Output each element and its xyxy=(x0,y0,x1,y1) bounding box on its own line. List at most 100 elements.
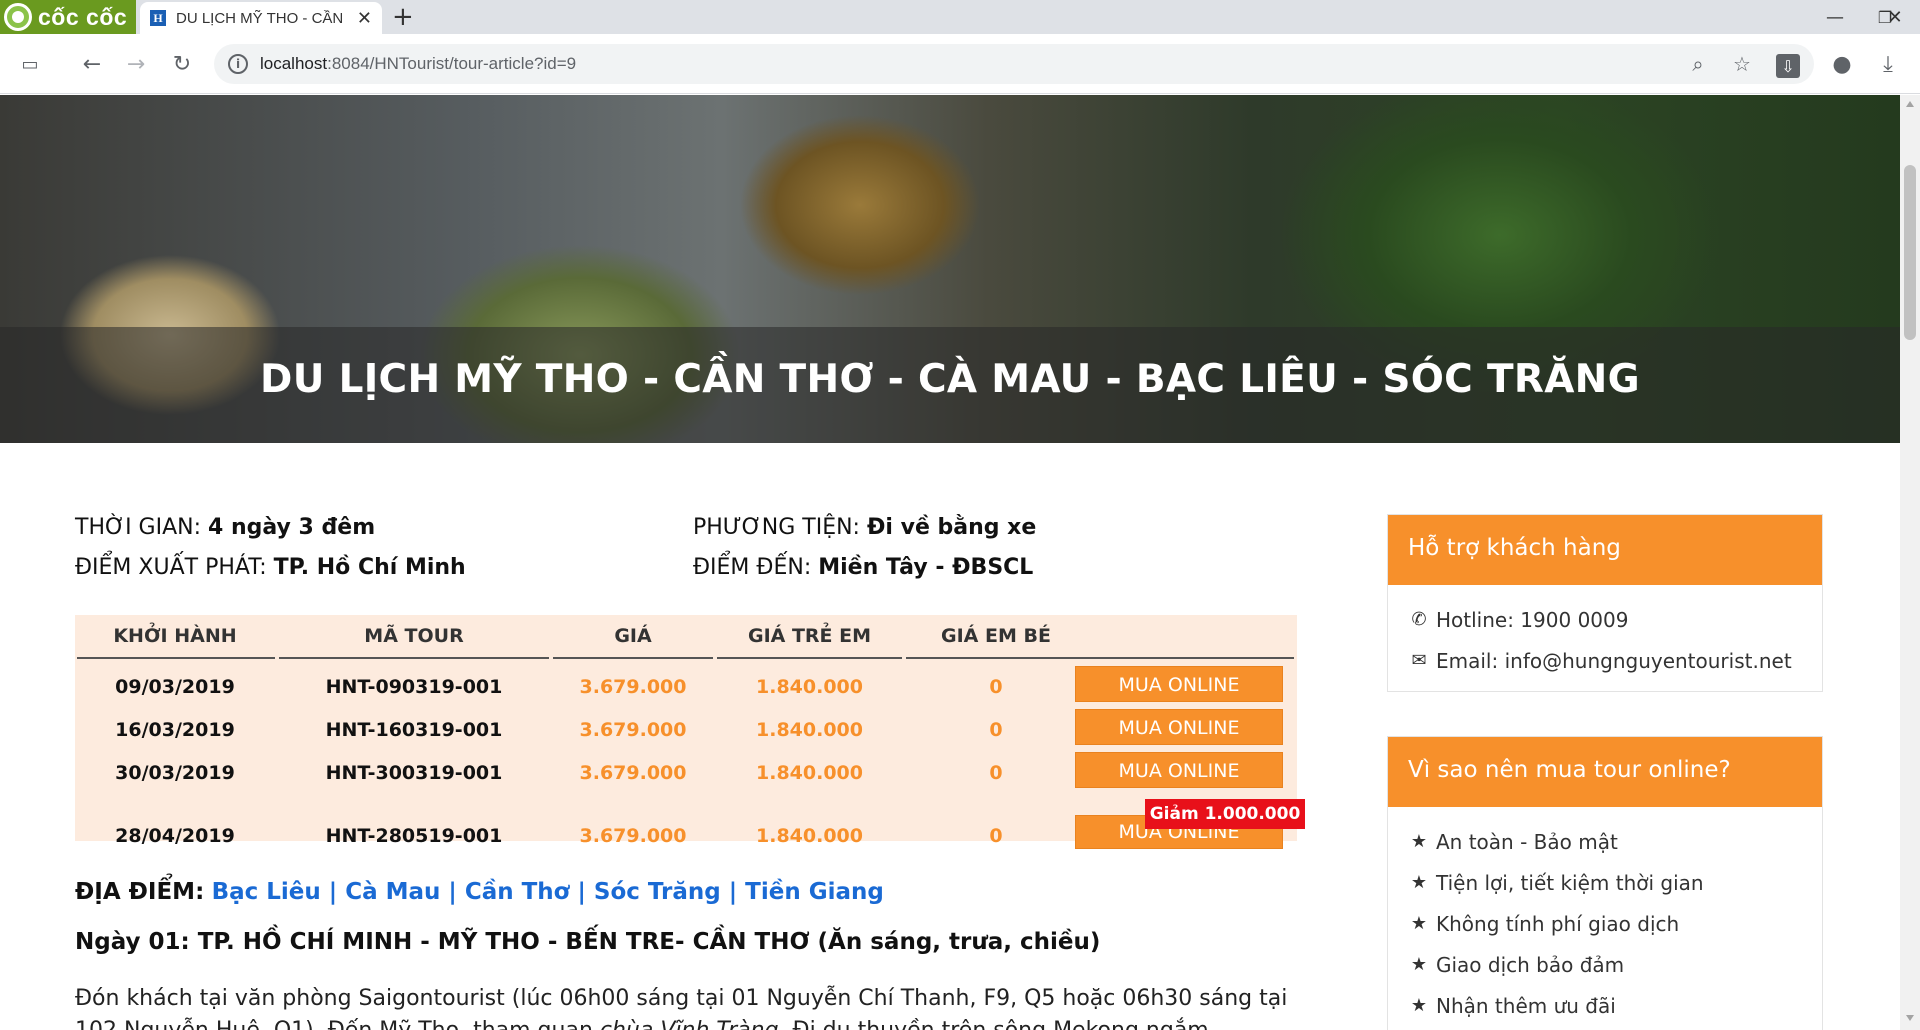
back-icon[interactable]: ← xyxy=(76,48,108,80)
address-bar[interactable]: i localhost:8084/HNTourist/tour-article?… xyxy=(214,44,1814,84)
place-link[interactable]: Tiền Giang xyxy=(745,879,884,905)
row-tour-code: HNT-280519-001 xyxy=(325,825,503,847)
places-line: ĐỊA ĐIỂM: Bạc Liêu | Cà Mau | Cần Thơ | Sóc Tr… xyxy=(75,879,884,905)
why-item-text: Nhận thêm ưu đãi xyxy=(1436,993,1616,1018)
header-divider xyxy=(553,657,713,659)
info-dest-label: ĐIỂM ĐẾN: xyxy=(693,555,812,580)
info-icon[interactable]: i xyxy=(228,54,248,74)
row-child-price: 1.840.000 xyxy=(756,762,863,784)
header-departure: KHỞI HÀNH xyxy=(113,625,237,647)
place-link[interactable]: Cà Mau xyxy=(345,879,440,905)
url-host: localhost xyxy=(260,54,328,73)
scroll-down-icon[interactable] xyxy=(1906,1015,1914,1021)
header-tour-code: MÃ TOUR xyxy=(364,625,464,647)
row-baby-price: 0 xyxy=(989,825,1003,847)
row-tour-code: HNT-300319-001 xyxy=(325,762,503,784)
info-dest-value: Miền Tây - ĐBSCL xyxy=(818,555,1034,580)
download-box-icon[interactable]: ⇩ xyxy=(1772,50,1804,82)
support-box-title: Hỗ trợ khách hàng xyxy=(1388,515,1822,585)
new-tab-button[interactable]: + xyxy=(392,2,414,32)
header-child-price: GIÁ TRẺ EM xyxy=(747,625,872,647)
why-item-text: Giao dịch bảo đảm xyxy=(1436,952,1625,977)
row-date: 09/03/2019 xyxy=(115,676,235,698)
envelope-icon: ✉ xyxy=(1411,650,1427,671)
day1-title: Ngày 01: TP. HỒ CHÍ MINH - MỸ THO - BẾN … xyxy=(75,929,1101,955)
header-price: GIÁ xyxy=(614,625,652,647)
tab-close-icon[interactable]: ✕ xyxy=(357,8,372,29)
buy-online-button[interactable]: MUA ONLINE xyxy=(1075,709,1283,745)
row-price: 3.679.000 xyxy=(579,825,687,847)
address-url[interactable]: localhost:8084/HNTourist/tour-article?id… xyxy=(260,54,576,74)
info-time-label: THỜI GIAN: xyxy=(75,515,202,540)
row-date: 30/03/2019 xyxy=(115,762,235,784)
header-divider xyxy=(717,657,902,659)
discount-badge: Giảm 1.000.000 xyxy=(1145,799,1305,829)
phone-icon: ✆ xyxy=(1411,609,1427,630)
star-icon: ★ xyxy=(1410,872,1428,893)
place-link[interactable]: Bạc Liêu xyxy=(212,879,321,905)
hero-banner: DU LỊCH MỸ THO - CẦN THƠ - CÀ MAU - BẠC … xyxy=(0,95,1900,443)
row-baby-price: 0 xyxy=(989,676,1003,698)
place-separator: | xyxy=(728,879,738,905)
star-icon: ★ xyxy=(1410,913,1428,934)
day1-text-b: . Đi du thuyền trên sông Mekong ngắm xyxy=(779,1018,1209,1030)
row-baby-price: 0 xyxy=(989,762,1003,784)
places-label: ĐỊA ĐIỂM: xyxy=(75,879,205,905)
row-tour-code: HNT-160319-001 xyxy=(325,719,503,741)
info-time: THỜI GIAN: 4 ngày 3 đêm xyxy=(75,515,375,540)
sidebar-toggle-icon[interactable]: ▭ xyxy=(14,48,46,80)
browser-logo[interactable]: cốc cốc xyxy=(0,0,136,34)
scrollbar-thumb[interactable] xyxy=(1904,165,1916,340)
tour-title: DU LỊCH MỸ THO - CẦN THƠ - CÀ MAU - BẠC … xyxy=(260,357,1640,402)
place-separator: | xyxy=(577,879,586,905)
forward-icon[interactable]: → xyxy=(120,48,152,80)
why-online-box: Vì sao nên mua tour online? ★ An toàn - B… xyxy=(1387,736,1823,1030)
why-item-text: An toàn - Bảo mật xyxy=(1436,829,1618,854)
download-icon[interactable]: ⤓ xyxy=(1872,48,1904,80)
hotline-text: Hotline: 1900 0009 xyxy=(1436,607,1629,632)
why-online-title: Vì sao nên mua tour online? xyxy=(1388,737,1822,807)
info-time-value: 4 ngày 3 đêm xyxy=(208,515,376,540)
info-depart-label: ĐIỂM XUẤT PHÁT: xyxy=(75,555,267,580)
row-date: 16/03/2019 xyxy=(115,719,235,741)
row-price: 3.679.000 xyxy=(579,719,687,741)
browser-tabbar: cốc cốc H DU LỊCH MỸ THO - CẦN T ✕ + — ❐ xyxy=(0,0,1920,34)
page-scrollbar[interactable] xyxy=(1900,95,1920,1030)
close-icon[interactable]: ✕ xyxy=(1870,0,1920,34)
browser-toolbar: ▭ ← → ↻ i localhost:8084/HNTourist/tour-… xyxy=(0,34,1920,94)
place-link[interactable]: Sóc Trăng xyxy=(594,879,721,905)
row-date: 28/04/2019 xyxy=(115,825,235,847)
header-baby-price: GIÁ EM BÉ xyxy=(941,625,1051,647)
day1-description: Đón khách tại văn phòng Saigontourist (l… xyxy=(75,983,1305,1030)
place-link[interactable]: Cần Thơ xyxy=(465,879,570,905)
minimize-icon[interactable]: — xyxy=(1810,0,1860,34)
zoom-icon[interactable]: ⌕ xyxy=(1684,50,1712,78)
header-divider xyxy=(906,657,1294,659)
reload-icon[interactable]: ↻ xyxy=(166,48,198,80)
hotline-row[interactable]: ✆ Hotline: 1900 0009 xyxy=(1388,599,1822,640)
why-item: ★ Nhận thêm ưu đãi xyxy=(1388,985,1822,1026)
url-path: :8084/HNTourist/tour-article?id=9 xyxy=(327,54,577,73)
profile-icon[interactable]: ● xyxy=(1826,48,1858,80)
why-item-text: Không tính phí giao dịch xyxy=(1436,911,1680,936)
buy-online-button[interactable]: MUA ONLINE xyxy=(1075,666,1283,702)
coccoc-logo-icon xyxy=(4,3,32,31)
buy-online-button[interactable]: MUA ONLINE xyxy=(1075,752,1283,788)
place-separator: | xyxy=(328,879,338,905)
info-transport-label: PHƯƠNG TIỆN: xyxy=(693,515,860,540)
row-price: 3.679.000 xyxy=(579,762,687,784)
row-tour-code: HNT-090319-001 xyxy=(325,676,503,698)
place-separator: | xyxy=(448,879,457,905)
why-item: ★ An toàn - Bảo mật xyxy=(1388,821,1822,862)
browser-tab-active[interactable]: H DU LỊCH MỸ THO - CẦN T ✕ xyxy=(140,2,382,34)
row-child-price: 1.840.000 xyxy=(756,825,863,847)
scroll-up-icon[interactable] xyxy=(1906,101,1914,107)
email-row[interactable]: ✉ Email: info@hungnguyentourist.net xyxy=(1388,640,1822,681)
star-icon[interactable]: ☆ xyxy=(1728,50,1756,78)
info-transport-value: Đi về bằng xe xyxy=(866,515,1037,540)
row-child-price: 1.840.000 xyxy=(756,676,863,698)
star-icon: ★ xyxy=(1410,954,1428,975)
support-box: Hỗ trợ khách hàng ✆ Hotline: 1900 0009 ✉… xyxy=(1387,514,1823,692)
web-page: DU LỊCH MỸ THO - CẦN THƠ - CÀ MAU - BẠC … xyxy=(0,95,1900,1030)
header-divider xyxy=(279,657,549,659)
